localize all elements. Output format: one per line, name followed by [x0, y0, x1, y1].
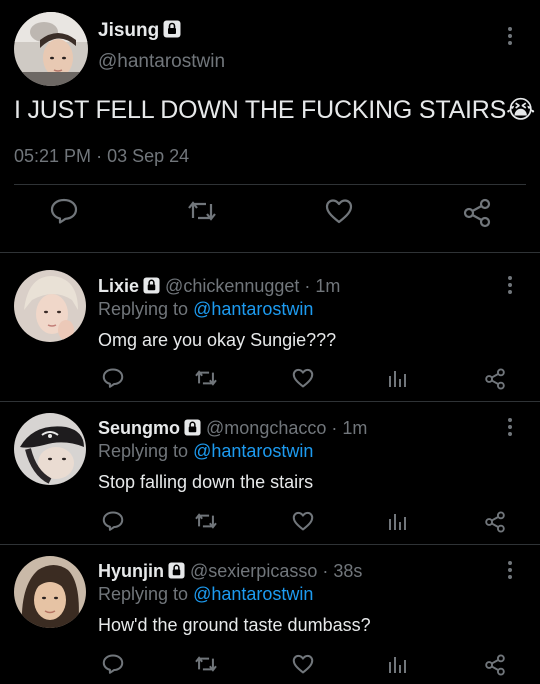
- replying-to-label: Replying to: [98, 441, 189, 461]
- display-name[interactable]: Lixie: [98, 276, 139, 296]
- retweet-icon[interactable]: [187, 198, 217, 224]
- lock-icon: [163, 20, 181, 38]
- reply-age: 38s: [333, 561, 363, 581]
- like-icon[interactable]: [292, 511, 314, 531]
- replying-to-link[interactable]: @hantarostwin: [193, 584, 313, 604]
- share-icon[interactable]: [484, 368, 506, 390]
- handle[interactable]: @chickennugget: [165, 276, 299, 296]
- retweet-icon[interactable]: [194, 654, 218, 674]
- like-icon[interactable]: [292, 654, 314, 674]
- analytics-icon[interactable]: [388, 654, 408, 674]
- retweet-icon[interactable]: [194, 368, 218, 388]
- reply-text: Stop falling down the stairs: [98, 472, 314, 492]
- reply-text: Omg are you okay Sungie???: [98, 330, 337, 350]
- avatar-jisung[interactable]: [14, 12, 88, 86]
- more-icon[interactable]: [507, 418, 513, 436]
- more-icon[interactable]: [507, 276, 513, 294]
- reply-icon[interactable]: [102, 368, 124, 388]
- reply-age: 1m: [315, 276, 341, 296]
- replying-to-link[interactable]: @hantarostwin: [193, 299, 313, 319]
- share-icon[interactable]: [484, 654, 506, 676]
- replying-to-label: Replying to: [98, 299, 189, 319]
- main-action-bar: [0, 198, 540, 238]
- lock-icon: [184, 419, 201, 436]
- lock-icon: [168, 562, 185, 579]
- reply-tweet[interactable]: Seungmo @mongchacco · 1m Replying to @ha…: [0, 401, 540, 544]
- more-icon[interactable]: [507, 27, 513, 45]
- reply-age: 1m: [342, 418, 368, 438]
- tweet-timestamp[interactable]: 05:21 PM · 03 Sep 24: [14, 146, 189, 167]
- crying-emoji: 😭: [506, 96, 536, 124]
- display-name[interactable]: Seungmo: [98, 418, 180, 438]
- like-icon[interactable]: [292, 368, 314, 388]
- replying-to-link[interactable]: @hantarostwin: [193, 441, 313, 461]
- share-icon[interactable]: [484, 511, 506, 533]
- handle[interactable]: @sexierpicasso: [190, 561, 317, 581]
- reply-icon[interactable]: [102, 511, 124, 531]
- share-icon[interactable]: [462, 198, 492, 228]
- lock-icon: [143, 277, 160, 294]
- replying-to-label: Replying to: [98, 584, 189, 604]
- handle[interactable]: @hantarostwin: [98, 51, 225, 73]
- display-name[interactable]: Hyunjin: [98, 561, 164, 581]
- retweet-icon[interactable]: [194, 511, 218, 531]
- display-name[interactable]: Jisung: [98, 20, 181, 42]
- divider: [14, 184, 526, 185]
- reply-tweet[interactable]: Lixie @chickennugget · 1m Replying to @h…: [0, 252, 540, 402]
- more-icon[interactable]: [507, 561, 513, 579]
- avatar-seungmo[interactable]: [14, 413, 86, 485]
- reply-text: How'd the ground taste dumbass?: [98, 615, 371, 635]
- reply-icon[interactable]: [102, 654, 124, 674]
- reply-icon[interactable]: [50, 198, 78, 224]
- handle[interactable]: @mongchacco: [206, 418, 326, 438]
- avatar-lixie[interactable]: [14, 270, 86, 342]
- avatar-hyunjin[interactable]: [14, 556, 86, 628]
- reply-tweet[interactable]: Hyunjin @sexierpicasso · 38s Replying to…: [0, 544, 540, 683]
- analytics-icon[interactable]: [388, 368, 408, 388]
- like-icon[interactable]: [325, 198, 353, 224]
- tweet-text: I JUST FELL DOWN THE FUCKING STAIRS😭: [14, 96, 536, 124]
- analytics-icon[interactable]: [388, 511, 408, 531]
